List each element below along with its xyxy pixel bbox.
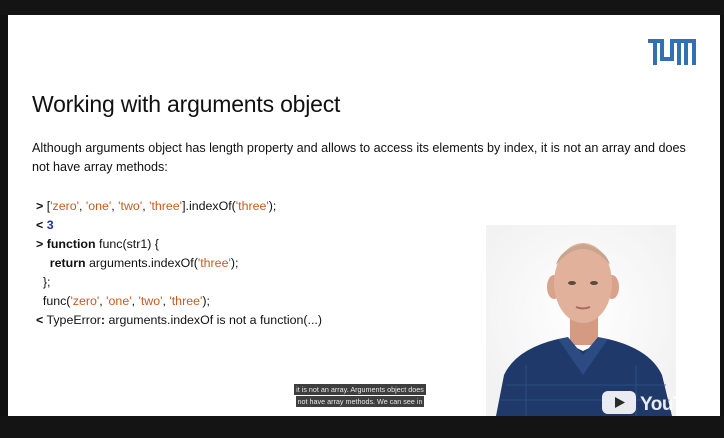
code-string: 'one' xyxy=(85,199,112,213)
code-string: 'three' xyxy=(197,256,231,270)
caption-line: it is not an array. Arguments object doe… xyxy=(294,384,426,395)
code-string: 'three' xyxy=(149,199,183,213)
code-text: ); xyxy=(268,199,277,213)
slide-description: Although arguments object has length pro… xyxy=(32,141,686,174)
code-line: < 3 xyxy=(36,216,322,235)
code-text: func( xyxy=(36,294,71,308)
code-string: 'one' xyxy=(106,294,132,308)
console-prompt: > xyxy=(36,237,44,251)
code-line: > ['zero', 'one', 'two', 'three'].indexO… xyxy=(36,197,322,216)
code-number: 3 xyxy=(46,218,54,232)
code-line: return arguments.indexOf('three'); xyxy=(36,254,322,273)
code-block: > ['zero', 'one', 'two', 'three'].indexO… xyxy=(36,197,322,330)
code-line: > function func(str1) { xyxy=(36,235,322,254)
code-text: func(str1) { xyxy=(95,237,159,251)
svg-text:YouTube: YouTube xyxy=(640,394,714,415)
video-top-bar xyxy=(0,0,724,15)
code-text: arguments.indexOf is not a function(...) xyxy=(105,313,322,327)
code-text: ].indexOf( xyxy=(182,199,236,213)
subtitle-caption: it is not an array. Arguments object doe… xyxy=(275,384,445,408)
slide-title: Working with arguments object xyxy=(32,91,341,117)
code-string: 'zero' xyxy=(70,294,100,308)
code-text: TypeError xyxy=(43,313,101,327)
code-keyword: function xyxy=(46,237,96,251)
console-prompt: < xyxy=(36,218,44,232)
code-string: 'two' xyxy=(138,294,163,308)
youtube-logo[interactable]: YouTube xyxy=(602,389,714,415)
code-text: }; xyxy=(36,275,51,289)
code-string: 'three' xyxy=(169,294,203,308)
code-text: ); xyxy=(230,256,239,270)
code-keyword: return xyxy=(49,256,86,270)
code-line: func('zero', 'one', 'two', 'three'); xyxy=(36,292,322,311)
code-text: ); xyxy=(202,294,210,308)
video-frame[interactable]: Working with arguments object Although a… xyxy=(8,15,720,416)
code-string: 'zero' xyxy=(50,199,79,213)
code-line: }; xyxy=(36,273,322,292)
video-bottom-bar xyxy=(0,416,724,438)
code-string: 'two' xyxy=(118,199,143,213)
tum-logo xyxy=(648,39,696,65)
caption-line: not have array methods. We can see in xyxy=(295,396,425,407)
presenter-video xyxy=(486,225,676,416)
code-text: , xyxy=(78,199,86,213)
code-line: < TypeError: arguments.indexOf is not a … xyxy=(36,311,322,330)
code-text: arguments.indexOf( xyxy=(85,256,198,270)
code-string: 'three' xyxy=(235,199,269,213)
